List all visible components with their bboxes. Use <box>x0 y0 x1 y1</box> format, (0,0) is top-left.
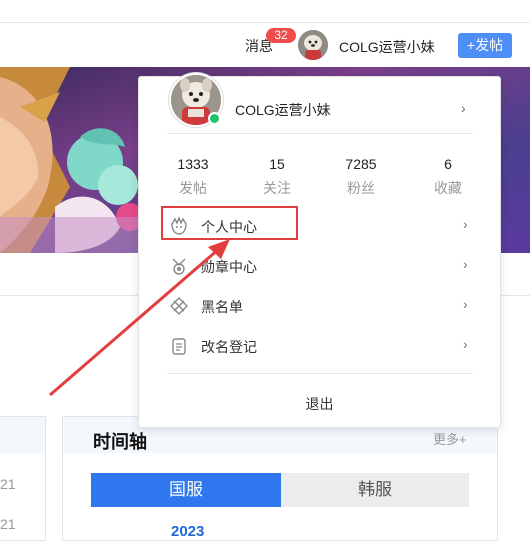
annotation-arrow <box>49 239 230 397</box>
